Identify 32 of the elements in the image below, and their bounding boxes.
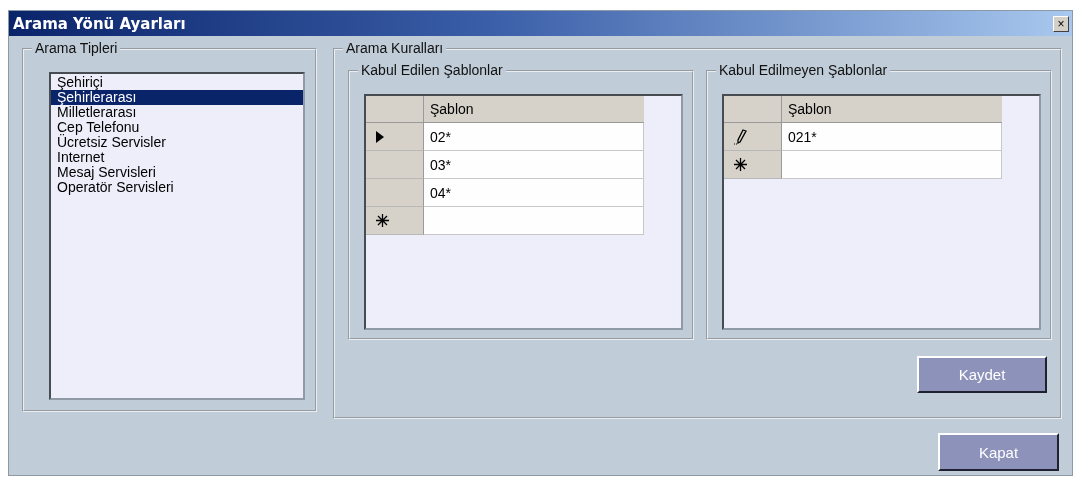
row-header-cell[interactable]	[366, 207, 424, 235]
asterisk-icon	[376, 214, 389, 227]
group-title: Arama Kuralları	[343, 40, 447, 56]
list-item[interactable]: Operatör Servisleri	[51, 180, 303, 195]
table-cell[interactable]: 04*	[424, 179, 644, 207]
row-header-cell[interactable]	[724, 123, 782, 151]
list-item[interactable]: Milletlerarası	[51, 105, 303, 120]
pencil-icon	[734, 128, 748, 145]
group-title: Kabul Edilen Şablonlar	[358, 62, 506, 78]
list-item[interactable]: Şehiriçi	[51, 75, 303, 90]
column-header[interactable]: Şablon	[782, 96, 1002, 123]
list-item[interactable]: Ücretsiz Servisler	[51, 135, 303, 150]
table-cell[interactable]: 021*	[782, 123, 1002, 151]
current-row-icon	[376, 130, 384, 143]
list-item[interactable]: Şehirlerarası	[51, 90, 303, 105]
asterisk-icon	[734, 158, 747, 171]
list-item[interactable]: Mesaj Servisleri	[51, 165, 303, 180]
list-item[interactable]: Cep Telefonu	[51, 120, 303, 135]
group-title: Arama Tipleri	[32, 40, 121, 56]
table-cell[interactable]	[424, 207, 644, 235]
column-header[interactable]: Şablon	[424, 96, 644, 123]
table-cell[interactable]: 03*	[424, 151, 644, 179]
row-header-cell[interactable]	[366, 179, 424, 207]
row-header-cell[interactable]	[366, 151, 424, 179]
row-header-cell[interactable]	[724, 151, 782, 179]
row-header-cell[interactable]	[366, 123, 424, 151]
table-cell[interactable]: 02*	[424, 123, 644, 151]
list-item[interactable]: Internet	[51, 150, 303, 165]
close-button[interactable]: ×	[1053, 15, 1069, 32]
group-title: Kabul Edilmeyen Şablonlar	[716, 62, 891, 78]
window-title: Arama Yönü Ayarları	[13, 14, 186, 33]
table-cell[interactable]	[782, 151, 1002, 179]
